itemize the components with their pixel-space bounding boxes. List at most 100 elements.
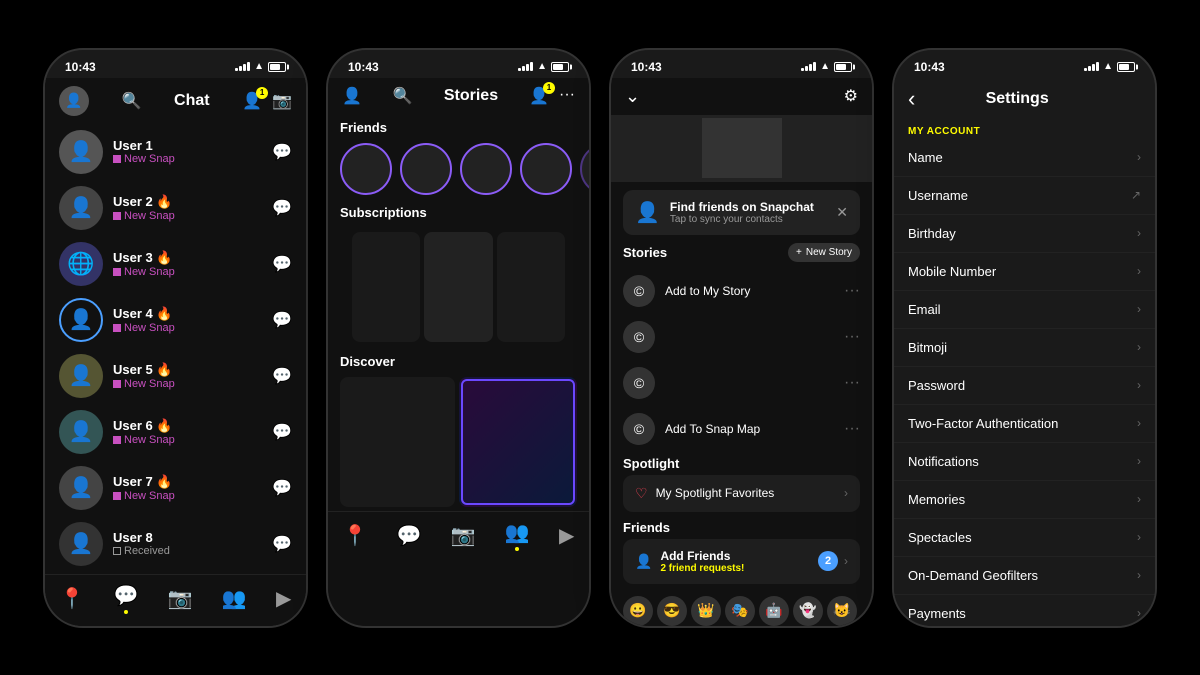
chevron-icon: ›	[1137, 378, 1141, 392]
battery-icon	[834, 62, 852, 72]
avatar: 👤	[59, 410, 103, 454]
list-item[interactable]: 👤 User 5 🔥 New Snap 💬	[53, 348, 298, 404]
sub-card[interactable]	[497, 232, 565, 342]
settings-label: Notifications	[908, 454, 979, 469]
story-circle[interactable]	[460, 143, 512, 195]
nav-friends[interactable]: 👥	[222, 586, 247, 611]
friends-section-label: Friends	[623, 520, 860, 535]
settings-item-birthday[interactable]: Birthday ›	[894, 215, 1155, 253]
settings-header: ‹ Settings	[894, 78, 1155, 120]
list-item[interactable]: 👤 User 8 Received 💬	[53, 516, 298, 572]
chat-info: User 4 🔥 New Snap	[113, 306, 262, 334]
subscriptions-section: Subscriptions	[328, 199, 589, 350]
search-icon-stories[interactable]: 🔍	[393, 86, 413, 106]
story-circle[interactable]	[520, 143, 572, 195]
settings-item-mobile[interactable]: Mobile Number ›	[894, 253, 1155, 291]
chat-action-icon[interactable]: 💬	[272, 254, 292, 274]
back-chevron[interactable]: ⌄	[625, 86, 640, 107]
more-icon-stories[interactable]: ···	[559, 86, 575, 106]
settings-label: Username	[908, 188, 968, 203]
list-item[interactable]: 🌐 User 3 🔥 New Snap 💬	[53, 236, 298, 292]
sub-card[interactable]	[352, 232, 420, 342]
settings-item-email[interactable]: Email ›	[894, 291, 1155, 329]
bitmoji-avatar[interactable]: 👻	[793, 596, 823, 626]
new-story-button[interactable]: + New Story	[788, 243, 860, 262]
nav-camera[interactable]: 📷	[168, 586, 193, 611]
bitmoji-avatar[interactable]: 😺	[827, 596, 857, 626]
settings-item-geofilters[interactable]: On-Demand Geofilters ›	[894, 557, 1155, 595]
phone-settings: 10:43 ▲ ‹ Settings MY ACCOUNT Name	[892, 48, 1157, 628]
settings-item-password[interactable]: Password ›	[894, 367, 1155, 405]
bitmoji-avatar[interactable]: 🤖	[759, 596, 789, 626]
chat-status: New Snap	[113, 210, 262, 222]
add-friend-icon-stories[interactable]: 👤 1	[529, 86, 549, 106]
more-icon[interactable]: ···	[844, 328, 860, 346]
avatar: 👤	[59, 466, 103, 510]
nav-chat[interactable]: 💬	[397, 523, 422, 548]
more-icon[interactable]: ···	[844, 374, 860, 392]
settings-item-name[interactable]: Name ›	[894, 139, 1155, 177]
settings-item-2fa[interactable]: Two-Factor Authentication ›	[894, 405, 1155, 443]
settings-item-bitmoji[interactable]: Bitmoji ›	[894, 329, 1155, 367]
chat-action-icon[interactable]: 💬	[272, 478, 292, 498]
close-icon[interactable]: ✕	[836, 204, 848, 221]
nav-chat[interactable]: 💬	[114, 583, 139, 614]
avatar: 👤	[59, 354, 103, 398]
story-circle[interactable]	[400, 143, 452, 195]
search-icon[interactable]: 🔍	[122, 91, 142, 111]
back-icon-settings[interactable]: ‹	[908, 86, 915, 112]
nav-spotlight[interactable]: ▶	[559, 523, 574, 548]
spotlight-icon: ▶	[559, 523, 574, 548]
chat-action-icon[interactable]: 💬	[272, 198, 292, 218]
settings-item-memories[interactable]: Memories ›	[894, 481, 1155, 519]
list-item[interactable]: 👤 User 1 New Snap 💬	[53, 124, 298, 180]
nav-camera[interactable]: 📷	[451, 523, 476, 548]
story-row[interactable]: © Add To Snap Map ···	[623, 406, 860, 452]
chat-info: User 1 New Snap	[113, 138, 262, 165]
more-icon[interactable]: ···	[844, 282, 860, 300]
discover-card[interactable]	[459, 377, 578, 507]
add-friends-row[interactable]: 👤 Add Friends 2 friend requests! 2 ›	[623, 539, 860, 584]
list-item[interactable]: 👤 User 4 🔥 New Snap 💬	[53, 292, 298, 348]
find-friends-text: Find friends on Snapchat Tap to sync you…	[670, 200, 826, 225]
story-circle[interactable]	[580, 143, 589, 195]
nav-friends[interactable]: 👥	[505, 520, 530, 551]
bitmoji-avatar[interactable]: 😎	[657, 596, 687, 626]
avatar: 👤	[59, 522, 103, 566]
story-row[interactable]: © ···	[623, 314, 860, 360]
nav-map[interactable]: 📍	[343, 523, 368, 548]
user-avatar-stories[interactable]: 👤	[342, 86, 362, 106]
settings-label: Birthday	[908, 226, 956, 241]
discover-card[interactable]	[340, 377, 455, 507]
bitmoji-avatar[interactable]: 👑	[691, 596, 721, 626]
nav-spotlight[interactable]: ▶	[276, 586, 291, 611]
spotlight-row[interactable]: ♡ My Spotlight Favorites ›	[623, 475, 860, 512]
chat-action-icon[interactable]: 💬	[272, 534, 292, 554]
spotlight-section: Spotlight ♡ My Spotlight Favorites ›	[611, 452, 872, 516]
story-circle[interactable]	[340, 143, 392, 195]
settings-item-notifications[interactable]: Notifications ›	[894, 443, 1155, 481]
chat-action-icon[interactable]: 💬	[272, 142, 292, 162]
settings-item-username[interactable]: Username ↗	[894, 177, 1155, 215]
settings-item-spectacles[interactable]: Spectacles ›	[894, 519, 1155, 557]
chat-action-icon[interactable]: 💬	[272, 422, 292, 442]
list-item[interactable]: 👤 User 6 🔥 New Snap 💬	[53, 404, 298, 460]
chat-action-icon[interactable]: 💬	[272, 366, 292, 386]
story-row[interactable]: © Add to My Story ···	[623, 268, 860, 314]
chat-info: User 3 🔥 New Snap	[113, 250, 262, 278]
find-friends-banner[interactable]: 👤 Find friends on Snapchat Tap to sync y…	[623, 190, 860, 235]
list-item[interactable]: 👤 User 7 🔥 New Snap 💬	[53, 460, 298, 516]
sub-card[interactable]	[424, 232, 492, 342]
camera-icon[interactable]: 📷	[272, 91, 292, 111]
add-friend-icon[interactable]: 👤 1	[242, 91, 262, 111]
list-item[interactable]: 👤 User 2 🔥 New Snap 💬	[53, 180, 298, 236]
settings-item-payments[interactable]: Payments ›	[894, 595, 1155, 626]
chat-action-icon[interactable]: 💬	[272, 310, 292, 330]
gear-icon[interactable]: ⚙	[844, 86, 858, 106]
bitmoji-avatar[interactable]: 🎭	[725, 596, 755, 626]
bitmoji-avatar[interactable]: 😀	[623, 596, 653, 626]
more-icon[interactable]: ···	[844, 420, 860, 438]
user-avatar[interactable]: 👤	[59, 86, 89, 116]
story-row[interactable]: © ···	[623, 360, 860, 406]
nav-map[interactable]: 📍	[60, 586, 85, 611]
